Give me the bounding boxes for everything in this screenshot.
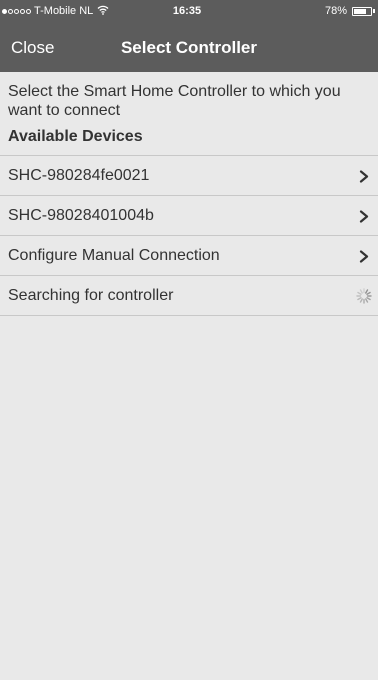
spinner-spoke bbox=[359, 289, 363, 294]
list-item-label: Searching for controller bbox=[8, 287, 174, 304]
device-list: SHC-980284fe0021 SHC-98028401004b Config… bbox=[0, 155, 378, 316]
page-title: Select Controller bbox=[120, 38, 258, 57]
section-header-available-devices: Available Devices bbox=[8, 128, 143, 145]
chevron-right-icon bbox=[359, 210, 369, 223]
spinner-spoke bbox=[359, 298, 363, 303]
list-item-label: SHC-980284fe0021 bbox=[8, 167, 150, 184]
main-content: Select the Smart Home Controller to whic… bbox=[0, 72, 378, 316]
status-time: 16:35 bbox=[172, 5, 202, 17]
spinner-spoke bbox=[366, 297, 371, 301]
list-item-searching: Searching for controller bbox=[0, 276, 378, 316]
chevron-right-icon bbox=[359, 170, 369, 183]
battery-fill bbox=[354, 8, 367, 14]
navigation-bar: Close Select Controller bbox=[0, 22, 378, 72]
battery-icon bbox=[352, 6, 372, 16]
spinner-spoke bbox=[365, 298, 369, 303]
status-right: 78% bbox=[325, 0, 375, 22]
list-item-device-1[interactable]: SHC-980284fe0021 bbox=[0, 156, 378, 196]
top-bar: T-Mobile NL 16:35 78% Close Select Contr… bbox=[0, 0, 378, 72]
list-item-label: SHC-98028401004b bbox=[8, 207, 154, 224]
spinner-spoke bbox=[366, 291, 371, 295]
list-item-device-2[interactable]: SHC-98028401004b bbox=[0, 196, 378, 236]
chevron-right-icon bbox=[359, 250, 369, 263]
list-item-configure-manual-connection[interactable]: Configure Manual Connection bbox=[0, 236, 378, 276]
status-bar: T-Mobile NL 16:35 78% bbox=[0, 0, 378, 22]
spinner-spoke bbox=[357, 291, 362, 295]
battery-tip bbox=[373, 9, 375, 13]
instruction-text: Select the Smart Home Controller to whic… bbox=[8, 83, 341, 119]
spinner-icon bbox=[356, 288, 372, 304]
spinner-spoke bbox=[365, 289, 369, 294]
spinner-spoke bbox=[357, 297, 362, 301]
list-item-label: Configure Manual Connection bbox=[8, 247, 220, 264]
battery-percentage: 78% bbox=[324, 5, 347, 17]
